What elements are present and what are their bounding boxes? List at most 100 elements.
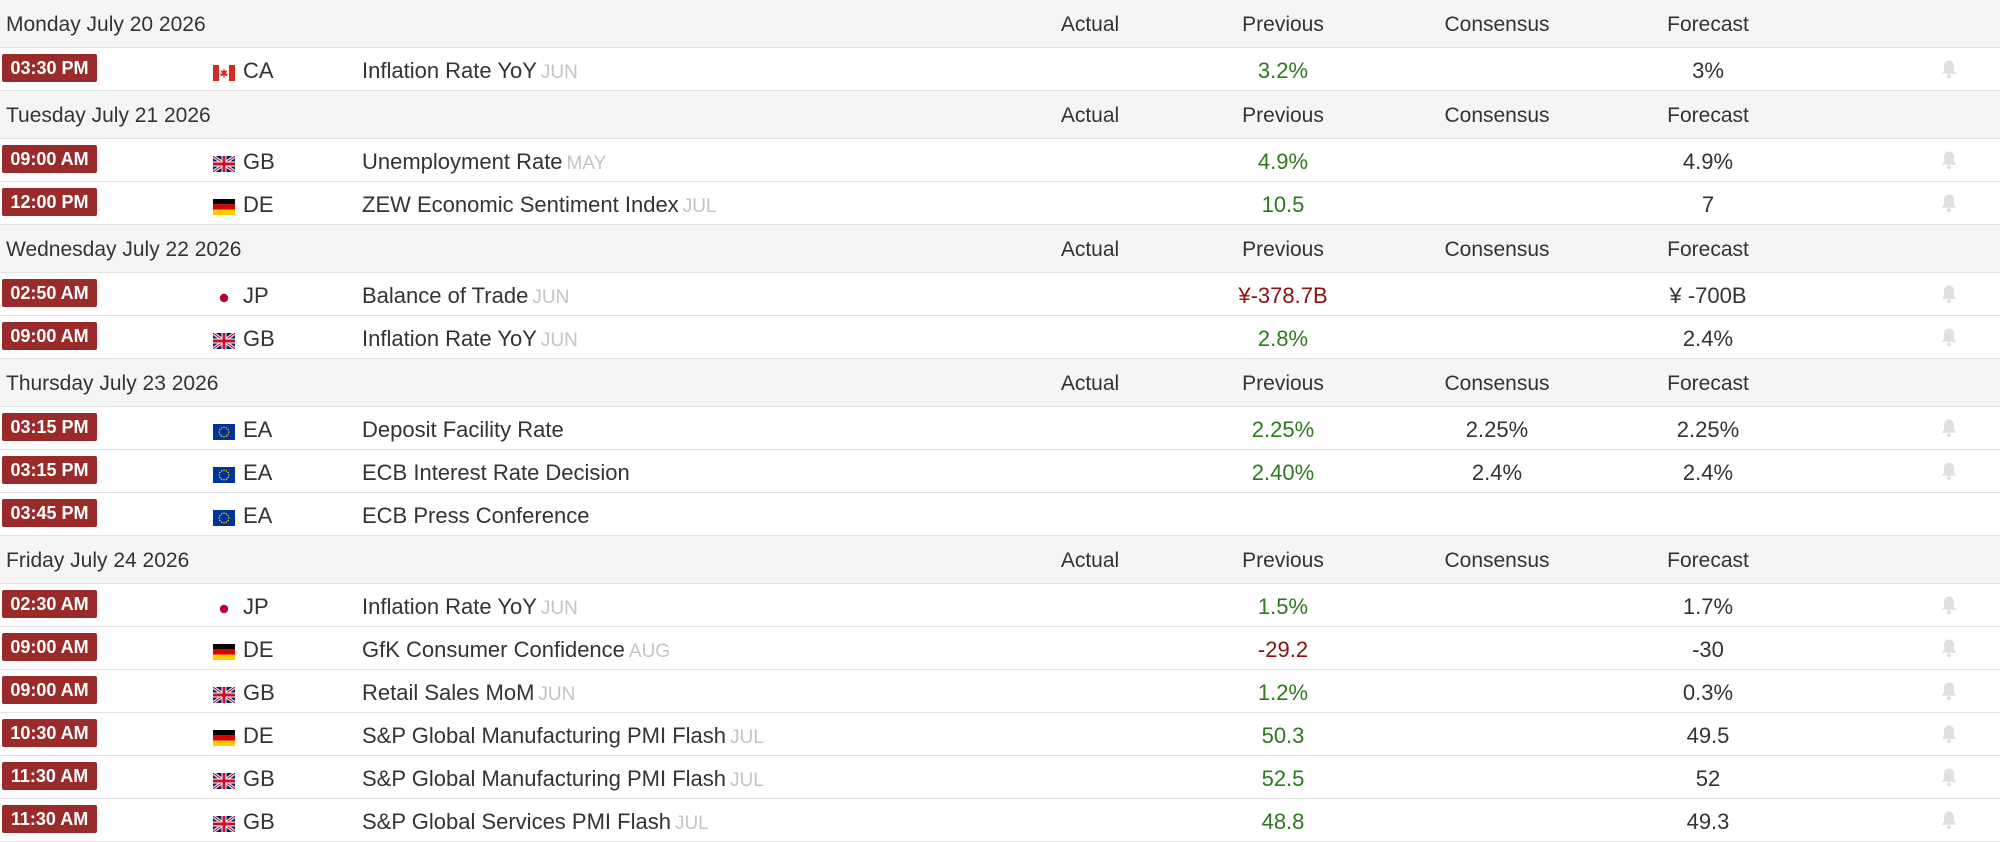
event-reference-period: JUL	[730, 727, 764, 748]
previous-value: -29.2	[1257, 637, 1309, 662]
event-name-link[interactable]: ECB Interest Rate Decision	[362, 460, 630, 486]
flag-gb-icon	[212, 769, 236, 791]
previous-value: ¥-378.7B	[1238, 283, 1328, 308]
event-name: Inflation Rate YoY	[362, 58, 537, 83]
event-row[interactable]: 03:30 PM CA Inflation Rate YoY JUN 3.2% 3%	[0, 48, 2000, 91]
column-header-forecast: Forecast	[1667, 238, 1749, 261]
flag-jp-icon	[213, 597, 235, 617]
flag-jp-icon	[213, 286, 235, 306]
flag-eu-icon	[213, 463, 235, 483]
event-row[interactable]: 09:00 AM DE GfK Consumer Confidence AUG -29.…	[0, 627, 2000, 670]
event-name-link[interactable]: GfK Consumer Confidence AUG	[362, 637, 670, 663]
event-name: GfK Consumer Confidence	[362, 637, 625, 662]
event-name-link[interactable]: ZEW Economic Sentiment Index JUL	[362, 192, 716, 218]
forecast-value: -30	[1692, 637, 1724, 662]
day-date: Monday July 20 2026	[6, 13, 206, 36]
event-time-badge: 11:30 AM	[2, 762, 97, 790]
event-time-badge: 11:30 AM	[2, 805, 97, 833]
event-name: Deposit Facility Rate	[362, 417, 564, 442]
event-row[interactable]: 09:00 AM GB Inflation Rate YoY JUN 2.8% 2.4%	[0, 316, 2000, 359]
column-header-actual: Actual	[1060, 13, 1120, 36]
event-name-link[interactable]: Balance of Trade JUN	[362, 283, 569, 309]
column-header-forecast: Forecast	[1667, 372, 1749, 395]
column-header-consensus: Consensus	[1444, 372, 1550, 395]
bell-icon[interactable]	[1938, 58, 1960, 80]
bell-icon[interactable]	[1938, 766, 1960, 788]
event-name-link[interactable]: Inflation Rate YoY JUN	[362, 594, 578, 620]
column-header-previous: Previous	[1242, 238, 1324, 261]
event-row[interactable]: 03:15 PM EA ECB Interest Rate Decision 2.40…	[0, 450, 2000, 493]
event-row[interactable]: 09:00 AM GB Unemployment Rate MAY 4.9% 4.9%	[0, 139, 2000, 182]
event-reference-period: JUL	[674, 813, 709, 834]
event-row[interactable]: 02:50 AM JP Balance of Trade JUN ¥-378.7B ¥ -…	[0, 273, 2000, 316]
flag-eu-icon	[213, 506, 235, 526]
event-reference-period: JUN	[540, 62, 578, 83]
event-name-link[interactable]: Inflation Rate YoY JUN	[362, 58, 578, 84]
event-reference-period: JUN	[540, 330, 578, 351]
bell-icon[interactable]	[1938, 637, 1960, 659]
event-name: ECB Press Conference	[362, 503, 590, 528]
country-code: GB	[243, 149, 275, 174]
bell-icon[interactable]	[1938, 809, 1960, 831]
event-row[interactable]: 03:45 PM EA ECB Press Conference	[0, 493, 2000, 536]
flag-de-icon	[213, 195, 235, 215]
bell-icon[interactable]	[1938, 723, 1960, 745]
event-row[interactable]: 12:00 PM DE ZEW Economic Sentiment Index JU…	[0, 182, 2000, 225]
country-code: DE	[243, 192, 274, 217]
event-name-link[interactable]: Deposit Facility Rate	[362, 417, 564, 443]
bell-icon[interactable]	[1938, 594, 1960, 616]
column-header-actual: Actual	[1060, 372, 1120, 395]
event-row[interactable]: 11:30 AM GB S&P Global Services PMI Flash J…	[0, 799, 2000, 842]
column-header-forecast: Forecast	[1667, 13, 1749, 36]
column-header-actual: Actual	[1060, 238, 1120, 261]
previous-value: 2.40%	[1251, 460, 1315, 485]
forecast-value: 52	[1695, 766, 1721, 791]
country-code: GB	[243, 766, 275, 791]
column-header-consensus: Consensus	[1444, 549, 1550, 572]
column-header-actual: Actual	[1060, 549, 1120, 572]
event-name: Balance of Trade	[362, 283, 529, 308]
previous-value: 2.25%	[1251, 417, 1315, 442]
event-reference-period: JUN	[532, 287, 570, 308]
event-name-link[interactable]: S&P Global Services PMI Flash JUL	[362, 809, 709, 835]
event-name-link[interactable]: Inflation Rate YoY JUN	[362, 326, 578, 352]
flag-gb-icon	[212, 329, 236, 351]
bell-icon[interactable]	[1938, 283, 1960, 305]
event-row[interactable]: 02:30 AM JP Inflation Rate YoY JUN 1.5% 1.7%	[0, 584, 2000, 627]
country-code: JP	[243, 283, 269, 308]
bell-icon[interactable]	[1938, 192, 1960, 214]
bell-icon[interactable]	[1938, 417, 1960, 439]
event-row[interactable]: 09:00 AM GB Retail Sales MoM JUN 1.2% 0.3%	[0, 670, 2000, 713]
event-time-badge: 09:00 AM	[2, 322, 97, 350]
day-header: Wednesday July 22 2026 Actual Previous Cons…	[0, 225, 2000, 273]
bell-icon[interactable]	[1938, 460, 1960, 482]
day-date: Thursday July 23 2026	[6, 372, 219, 395]
bell-icon[interactable]	[1938, 326, 1960, 348]
bell-icon[interactable]	[1938, 680, 1960, 702]
event-time-badge: 09:00 AM	[2, 676, 97, 704]
event-row[interactable]: 10:30 AM DE S&P Global Manufacturing PMI F…	[0, 713, 2000, 756]
event-reference-period: JUL	[682, 196, 717, 217]
event-name: ECB Interest Rate Decision	[362, 460, 630, 485]
event-time-badge: 03:45 PM	[2, 499, 97, 527]
event-name-link[interactable]: S&P Global Manufacturing PMI Flash JUL	[362, 766, 764, 792]
country-code: GB	[243, 809, 275, 834]
event-row[interactable]: 11:30 AM GB S&P Global Manufacturing PMI F…	[0, 756, 2000, 799]
event-name-link[interactable]: Unemployment Rate MAY	[362, 149, 606, 175]
consensus-value: 2.25%	[1465, 417, 1529, 442]
flag-ca-icon	[213, 61, 235, 81]
previous-value: 52.5	[1261, 766, 1305, 791]
event-name-link[interactable]: Retail Sales MoM JUN	[362, 680, 575, 706]
event-time-badge: 03:15 PM	[2, 456, 97, 484]
event-time-badge: 03:15 PM	[2, 413, 97, 441]
event-name: Inflation Rate YoY	[362, 326, 537, 351]
event-reference-period: MAY	[566, 153, 607, 174]
forecast-value: 49.3	[1686, 809, 1730, 834]
day-date: Tuesday July 21 2026	[6, 104, 211, 127]
bell-icon[interactable]	[1938, 149, 1960, 171]
event-row[interactable]: 03:15 PM EA Deposit Facility Rate 2.25% 2.25…	[0, 407, 2000, 450]
column-header-consensus: Consensus	[1444, 104, 1550, 127]
event-time-badge: 02:50 AM	[2, 279, 97, 307]
event-name-link[interactable]: ECB Press Conference	[362, 503, 589, 529]
event-name-link[interactable]: S&P Global Manufacturing PMI Flash JUL	[362, 723, 764, 749]
